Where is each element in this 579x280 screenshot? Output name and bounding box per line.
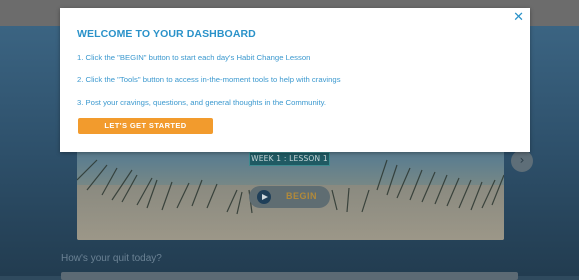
get-started-button[interactable]: LET'S GET STARTED: [78, 118, 213, 134]
chevron-right-icon[interactable]: ›: [511, 150, 533, 172]
play-icon: [257, 190, 271, 204]
begin-button-label: BEGIN: [286, 191, 318, 201]
instruction-step-2: 2. Click the "Tools" button to access in…: [77, 75, 341, 84]
instruction-step-1: 1. Click the "BEGIN" button to start eac…: [77, 53, 311, 62]
lesson-badge: WEEK 1 : LESSON 1: [249, 152, 330, 166]
instruction-step-3: 3. Post your cravings, questions, and ge…: [77, 98, 326, 107]
begin-button[interactable]: BEGIN: [249, 186, 330, 208]
quit-status-heading: How's your quit today?: [61, 253, 162, 264]
welcome-modal: ✕ WELCOME TO YOUR DASHBOARD 1. Click the…: [60, 8, 530, 152]
modal-title: WELCOME TO YOUR DASHBOARD: [77, 28, 256, 40]
quit-status-input[interactable]: [61, 272, 518, 280]
close-icon[interactable]: ✕: [513, 10, 524, 26]
